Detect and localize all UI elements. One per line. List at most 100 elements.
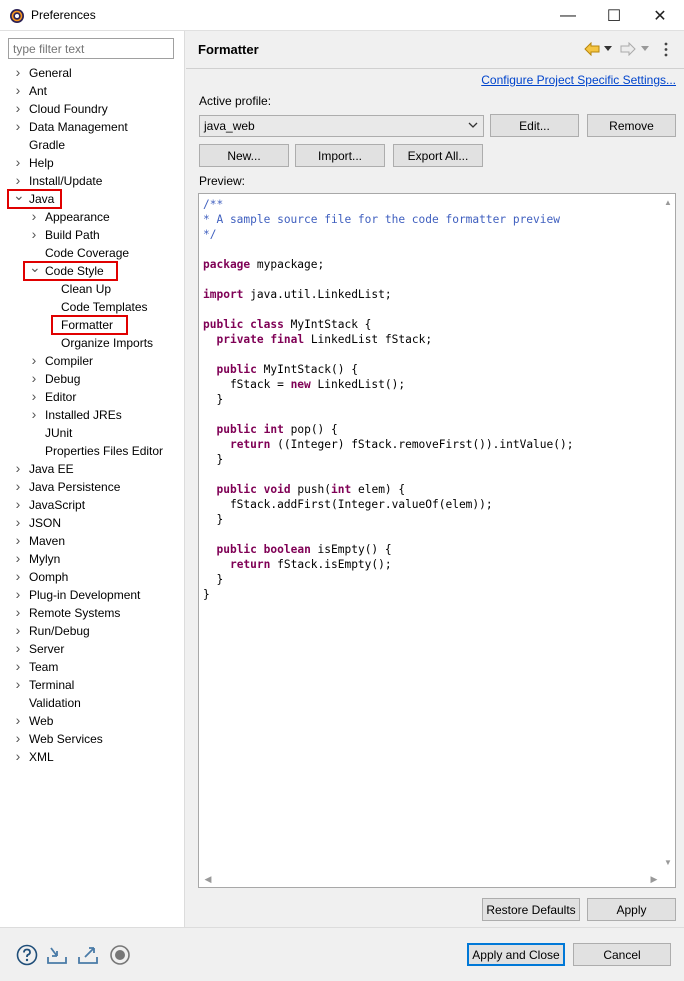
import-profile-button[interactable]: Import... bbox=[295, 144, 385, 167]
tree-item[interactable]: › XML bbox=[0, 748, 185, 766]
close-button[interactable]: ✕ bbox=[637, 0, 683, 31]
tree-item[interactable]: JUnit bbox=[0, 424, 185, 442]
chevron-right-icon[interactable]: › bbox=[13, 622, 23, 640]
export-preferences-icon[interactable] bbox=[77, 944, 99, 966]
chevron-right-icon[interactable]: › bbox=[29, 370, 39, 388]
tree-item[interactable]: › Ant bbox=[0, 82, 185, 100]
tree-item[interactable]: › Mylyn bbox=[0, 550, 185, 568]
tree-item[interactable]: ⌄ Java bbox=[0, 188, 185, 209]
chevron-right-icon[interactable]: › bbox=[29, 388, 39, 406]
tree-item[interactable]: › Appearance bbox=[0, 208, 185, 226]
tree-item[interactable]: › Installed JREs bbox=[0, 406, 185, 424]
record-icon[interactable] bbox=[109, 944, 131, 966]
restore-defaults-button[interactable]: Restore Defaults bbox=[482, 898, 580, 921]
tree-item[interactable]: Organize Imports bbox=[0, 334, 185, 352]
tree-item[interactable]: › Debug bbox=[0, 370, 185, 388]
tree-item[interactable]: › JavaScript bbox=[0, 496, 185, 514]
chevron-right-icon[interactable]: › bbox=[13, 460, 23, 478]
new-profile-button[interactable]: New... bbox=[199, 144, 289, 167]
chevron-right-icon[interactable]: › bbox=[13, 550, 23, 568]
chevron-right-icon[interactable]: › bbox=[13, 514, 23, 532]
apply-button[interactable]: Apply bbox=[587, 898, 676, 921]
chevron-right-icon[interactable]: › bbox=[13, 730, 23, 748]
chevron-right-icon[interactable]: › bbox=[29, 226, 39, 244]
tree-item[interactable]: › Run/Debug bbox=[0, 622, 185, 640]
vertical-scrollbar[interactable]: ▲ ▼ bbox=[661, 194, 675, 872]
chevron-right-icon[interactable]: › bbox=[13, 100, 23, 118]
chevron-right-icon[interactable]: › bbox=[13, 64, 23, 82]
tree-item[interactable]: › Oomph bbox=[0, 568, 185, 586]
tree-item[interactable]: Code Templates bbox=[0, 298, 185, 316]
tree-item[interactable]: › Terminal bbox=[0, 676, 185, 694]
horizontal-scrollbar[interactable]: ◀ ▶ bbox=[199, 871, 675, 887]
tree-item[interactable]: Gradle bbox=[0, 136, 185, 154]
tree-item[interactable]: › Cloud Foundry bbox=[0, 100, 185, 118]
chevron-right-icon[interactable]: › bbox=[13, 154, 23, 172]
chevron-right-icon[interactable]: › bbox=[29, 352, 39, 370]
tree-item[interactable]: Properties Files Editor bbox=[0, 442, 185, 460]
view-menu-icon[interactable] bbox=[663, 42, 669, 57]
tree-item[interactable]: Clean Up bbox=[0, 280, 185, 298]
scroll-left-icon[interactable]: ◀ bbox=[201, 871, 215, 887]
chevron-right-icon[interactable]: › bbox=[13, 676, 23, 694]
edit-button[interactable]: Edit... bbox=[490, 114, 579, 137]
back-arrow-icon[interactable] bbox=[584, 42, 600, 56]
highlight-box bbox=[23, 261, 118, 281]
configure-project-specific-link[interactable]: Configure Project Specific Settings... bbox=[481, 73, 676, 87]
tree-item[interactable]: › Remote Systems bbox=[0, 604, 185, 622]
tree-item[interactable]: › Plug-in Development bbox=[0, 586, 185, 604]
chevron-right-icon[interactable]: › bbox=[13, 532, 23, 550]
back-dropdown-icon[interactable] bbox=[604, 46, 612, 52]
chevron-right-icon[interactable]: › bbox=[29, 208, 39, 226]
chevron-right-icon[interactable]: › bbox=[13, 586, 23, 604]
tree-item[interactable]: › Team bbox=[0, 658, 185, 676]
chevron-right-icon[interactable]: › bbox=[13, 478, 23, 496]
chevron-right-icon[interactable]: › bbox=[13, 640, 23, 658]
chevron-right-icon[interactable]: › bbox=[13, 748, 23, 766]
forward-arrow-icon[interactable] bbox=[620, 42, 636, 56]
tree-item[interactable]: › Editor bbox=[0, 388, 185, 406]
chevron-right-icon[interactable]: › bbox=[13, 712, 23, 730]
export-all-button[interactable]: Export All... bbox=[393, 144, 483, 167]
tree-item[interactable]: Code Coverage bbox=[0, 244, 185, 262]
cancel-button[interactable]: Cancel bbox=[573, 943, 671, 966]
tree-item[interactable]: › Server bbox=[0, 640, 185, 658]
tree-item[interactable]: › Install/Update bbox=[0, 172, 185, 190]
remove-button[interactable]: Remove bbox=[587, 114, 676, 137]
tree-item[interactable]: › Maven bbox=[0, 532, 185, 550]
minimize-button[interactable]: — bbox=[545, 0, 591, 31]
tree-item[interactable]: Formatter bbox=[0, 315, 185, 335]
tree-item[interactable]: Validation bbox=[0, 694, 185, 712]
chevron-right-icon[interactable]: › bbox=[13, 658, 23, 676]
tree-item[interactable]: › General bbox=[0, 64, 185, 82]
tree-item[interactable]: › Java EE bbox=[0, 460, 185, 478]
filter-input[interactable] bbox=[8, 38, 174, 59]
code-preview[interactable]: /** * A sample source file for the code f… bbox=[198, 193, 676, 888]
maximize-button[interactable]: ☐ bbox=[591, 0, 637, 31]
help-icon[interactable] bbox=[16, 944, 38, 966]
tree-item[interactable]: › Web Services bbox=[0, 730, 185, 748]
code-keyword: public bbox=[216, 543, 257, 556]
tree-item[interactable]: › Data Management bbox=[0, 118, 185, 136]
tree-item[interactable]: › Compiler bbox=[0, 352, 185, 370]
scroll-down-icon[interactable]: ▼ bbox=[661, 856, 675, 870]
tree-item[interactable]: › Help bbox=[0, 154, 185, 172]
scroll-up-icon[interactable]: ▲ bbox=[661, 196, 675, 210]
tree-item[interactable]: › Web bbox=[0, 712, 185, 730]
forward-dropdown-icon[interactable] bbox=[641, 46, 649, 52]
apply-and-close-button[interactable]: Apply and Close bbox=[467, 943, 565, 966]
active-profile-select[interactable]: java_web bbox=[199, 115, 484, 137]
tree-item[interactable]: ⌄ Code Style bbox=[0, 260, 185, 281]
tree-item[interactable]: › Java Persistence bbox=[0, 478, 185, 496]
import-preferences-icon[interactable] bbox=[46, 944, 68, 966]
tree-item[interactable]: › JSON bbox=[0, 514, 185, 532]
tree-item[interactable]: › Build Path bbox=[0, 226, 185, 244]
chevron-right-icon[interactable]: › bbox=[13, 604, 23, 622]
chevron-right-icon[interactable]: › bbox=[13, 496, 23, 514]
chevron-right-icon[interactable]: › bbox=[13, 568, 23, 586]
scroll-right-icon[interactable]: ▶ bbox=[647, 871, 661, 887]
chevron-right-icon[interactable]: › bbox=[29, 406, 39, 424]
chevron-right-icon[interactable]: › bbox=[13, 118, 23, 136]
chevron-right-icon[interactable]: › bbox=[13, 82, 23, 100]
